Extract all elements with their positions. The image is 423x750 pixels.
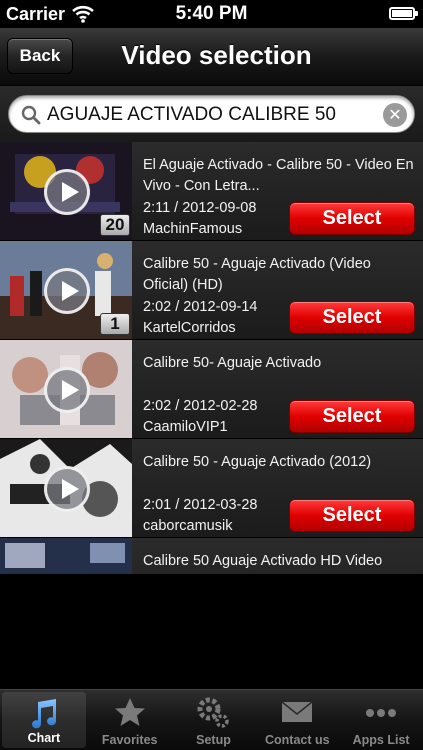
music-note-icon	[31, 699, 56, 729]
more-dots-icon	[366, 709, 397, 717]
search-field[interactable]: ✕	[8, 95, 415, 133]
tab-bar: Chart Favorites Setup Contact us Apps Li…	[0, 689, 423, 750]
duration-date: 2:02 / 2012-09-14	[143, 299, 258, 315]
video-list[interactable]: 20 El Aguaje Activado - Calibre 50 - Vid…	[0, 142, 423, 574]
video-thumbnail[interactable]: 1	[0, 241, 132, 339]
play-icon	[44, 367, 90, 413]
duration-date: 2:11 / 2012-09-08	[143, 200, 257, 216]
play-icon	[44, 466, 90, 512]
select-button[interactable]: Select	[289, 400, 415, 433]
video-meta: 2:01 / 2012-03-28 caborcamusik	[143, 495, 257, 537]
video-meta: 2:11 / 2012-09-08 MachinFamous	[143, 198, 256, 240]
video-thumbnail[interactable]: 20	[0, 142, 132, 240]
video-row[interactable]: Calibre 50- Aguaje Activado 2:02 / 2012-…	[0, 340, 423, 439]
rank-badge: 20	[100, 214, 130, 236]
duration-date: 2:02 / 2012-02-28	[143, 398, 258, 414]
page-title: Video selection	[121, 40, 312, 70]
thumbnail-image	[0, 538, 132, 574]
play-icon	[44, 169, 90, 215]
video-row[interactable]: Calibre 50 Aguaje Activado HD Video	[0, 538, 423, 574]
video-title: Calibre 50 - Aguaje Activado (Video Ofic…	[143, 256, 371, 293]
tab-label: Favorites	[101, 733, 158, 747]
video-thumbnail[interactable]	[0, 439, 132, 537]
video-title: Calibre 50 - Aguaje Activado (2012)	[143, 454, 372, 470]
video-row[interactable]: 1 Calibre 50 - Aguaje Activado (Video Of…	[0, 241, 423, 340]
uploader: caborcamusik	[143, 518, 233, 534]
clock: 5:40 PM	[175, 3, 248, 24]
tab-label: Contact us	[264, 733, 330, 747]
navigation-bar: Back Video selection	[0, 28, 423, 86]
video-row[interactable]: 20 El Aguaje Activado - Calibre 50 - Vid…	[0, 142, 423, 241]
video-title: Calibre 50 Aguaje Activado HD Video	[143, 553, 383, 569]
video-row[interactable]: Calibre 50 - Aguaje Activado (2012) 2:01…	[0, 439, 423, 538]
tab-label: Chart	[27, 731, 61, 745]
tab-chart[interactable]: Chart	[2, 692, 86, 748]
rank-badge: 1	[100, 313, 130, 335]
video-meta: 2:02 / 2012-09-14 KartelCorridos	[143, 297, 257, 339]
tab-favorites[interactable]: Favorites	[88, 690, 172, 750]
uploader: CaamiloVIP1	[143, 419, 228, 435]
duration-date: 2:01 / 2012-03-28	[143, 497, 258, 513]
tab-apps-list[interactable]: Apps List	[339, 690, 423, 750]
video-meta: 2:02 / 2012-02-28 CaamiloVIP1	[143, 396, 257, 438]
video-title: Calibre 50- Aguaje Activado	[143, 355, 322, 371]
back-button[interactable]: Back	[7, 38, 73, 74]
video-thumbnail[interactable]	[0, 538, 132, 574]
select-button[interactable]: Select	[289, 202, 415, 235]
tab-label: Setup	[196, 733, 231, 747]
tab-contact-us[interactable]: Contact us	[255, 690, 339, 750]
star-icon	[114, 698, 145, 726]
search-input[interactable]	[47, 102, 377, 128]
tab-label: Apps List	[352, 733, 410, 747]
search-icon	[21, 105, 41, 125]
play-icon	[44, 268, 90, 314]
video-thumbnail[interactable]	[0, 340, 132, 438]
gears-icon	[197, 697, 230, 728]
select-button[interactable]: Select	[289, 301, 415, 334]
clear-search-icon[interactable]: ✕	[383, 103, 407, 127]
uploader: KartelCorridos	[143, 320, 236, 336]
status-bar: Carrier 5:40 PM	[0, 0, 423, 28]
select-button[interactable]: Select	[289, 499, 415, 532]
search-bar: ✕	[0, 86, 423, 142]
uploader: MachinFamous	[143, 221, 243, 237]
tab-setup[interactable]: Setup	[172, 690, 256, 750]
video-title: El Aguaje Activado - Calibre 50 - Video …	[143, 157, 414, 194]
battery-icon	[389, 7, 418, 20]
envelope-icon	[281, 701, 313, 722]
